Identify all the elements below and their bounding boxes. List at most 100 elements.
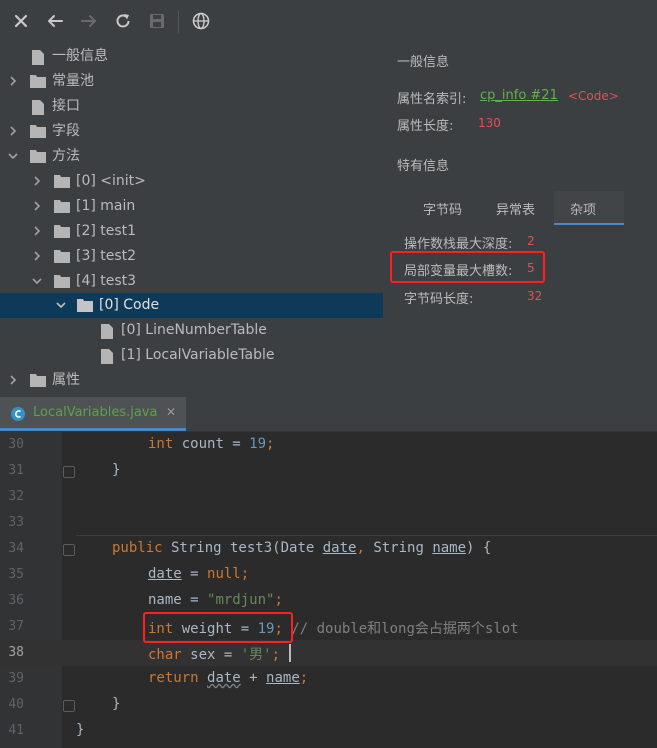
code-text: } (76, 722, 85, 738)
chevron-right-icon[interactable] (32, 226, 42, 236)
tree-item-line-number-table[interactable]: [0] LineNumberTable (0, 318, 383, 343)
code-line: 37 int weight = 19; // double和long会占据两个s… (0, 614, 657, 640)
code-line-current: 38 char sex = '男'; (0, 640, 657, 666)
tree-item-method-test1[interactable]: [2] test1 (0, 219, 383, 244)
code-editor[interactable]: 30 int count = 19; 31 } 32 33 34 public … (0, 432, 657, 748)
attr-name-value: <Code> (568, 89, 619, 103)
chevron-right-icon[interactable] (32, 201, 42, 211)
tree-item-code[interactable]: [0] Code (0, 293, 383, 318)
tree-item-label: 常量池 (52, 73, 94, 89)
folder-icon (54, 225, 70, 238)
tree-item-label: 方法 (52, 148, 80, 164)
max-stack-label: 操作数栈最大深度: (404, 237, 513, 252)
code-text: char sex = '男'; (148, 647, 281, 663)
refresh-icon[interactable] (112, 10, 134, 32)
line-number: 34 (8, 541, 24, 556)
tree-item-label: [2] test1 (76, 223, 137, 239)
code-line: 41 } (0, 718, 657, 744)
tab-exception-table[interactable]: 异常表 (496, 199, 535, 218)
globe-icon[interactable] (190, 10, 212, 32)
tree-item-label: 字段 (52, 123, 80, 139)
line-number: 41 (8, 723, 24, 738)
fold-marker-icon[interactable] (63, 700, 75, 712)
max-stack-value: 2 (527, 234, 535, 248)
chevron-right-icon[interactable] (8, 126, 18, 136)
chevron-right-icon[interactable] (32, 251, 42, 261)
line-number: 33 (8, 515, 24, 530)
toolbar-separator (178, 11, 179, 33)
highlight-box-max-locals (390, 251, 545, 283)
code-line: 33 (0, 510, 657, 536)
fold-marker-icon[interactable] (63, 466, 75, 478)
tree-item-local-variable-table[interactable]: [1] LocalVariableTable (0, 343, 383, 368)
code-text: return date + name; (148, 670, 309, 686)
cp-info-link[interactable]: cp_info #21 (480, 88, 558, 103)
java-class-icon (11, 407, 25, 421)
fold-marker-icon[interactable] (63, 544, 75, 556)
file-icon (32, 100, 44, 115)
chevron-down-icon[interactable] (56, 300, 66, 310)
folder-icon (30, 374, 46, 387)
code-text: date = null; (148, 566, 250, 582)
tree-item-label: 属性 (52, 372, 80, 388)
tree-item-method-init[interactable]: [0] <init> (0, 169, 383, 194)
code-length-value: 32 (527, 289, 543, 303)
tree-item-attributes[interactable]: 属性 (0, 368, 383, 393)
general-info-title: 一般信息 (397, 55, 450, 70)
tree-item-fields[interactable]: 字段 (0, 119, 383, 144)
specific-info-title: 特有信息 (397, 159, 450, 174)
tree-item-label: [3] test2 (76, 248, 137, 264)
folder-icon (77, 299, 93, 312)
file-icon (101, 324, 113, 339)
tree-item-constant-pool[interactable]: 常量池 (0, 69, 383, 94)
attr-name-index-label: 属性名索引: (397, 92, 467, 107)
code-line: 30 int count = 19; (0, 432, 657, 458)
tree-item-label: [1] LocalVariableTable (121, 347, 275, 363)
editor-tab-filename: LocalVariables.java (33, 405, 158, 420)
chevron-right-icon[interactable] (8, 76, 18, 86)
file-icon (32, 50, 44, 65)
tree-item-general-info[interactable]: 一般信息 (0, 44, 383, 69)
code-length-label: 字节码长度: (404, 292, 474, 307)
toolbar (0, 0, 657, 44)
tree-item-method-main[interactable]: [1] main (0, 194, 383, 219)
line-number: 39 (8, 671, 24, 686)
editor-tab-bar: LocalVariables.java ✕ (0, 397, 657, 432)
line-number: 37 (8, 619, 24, 634)
save-icon[interactable] (146, 10, 168, 32)
editor-tab-localvariables[interactable]: LocalVariables.java ✕ (0, 397, 186, 431)
tree-item-method-test3[interactable]: [4] test3 (0, 269, 383, 294)
folder-icon (54, 275, 70, 288)
code-text: } (112, 696, 121, 712)
close-tab-icon[interactable]: ✕ (166, 405, 176, 419)
forward-arrow-icon[interactable] (78, 10, 100, 32)
chevron-down-icon[interactable] (8, 151, 18, 161)
folder-icon (30, 150, 46, 163)
tree-item-label: [0] <init> (76, 173, 146, 189)
active-tab-indicator (0, 428, 186, 431)
back-arrow-icon[interactable] (44, 10, 66, 32)
close-icon[interactable] (10, 10, 32, 32)
code-line: 36 name = "mrdjun"; (0, 588, 657, 614)
tab-bytecode[interactable]: 字节码 (423, 199, 462, 218)
line-number: 32 (8, 489, 24, 504)
chevron-right-icon[interactable] (8, 375, 18, 385)
folder-icon (54, 250, 70, 263)
tree-item-interfaces[interactable]: 接口 (0, 94, 383, 119)
code-text: int count = 19; (148, 436, 275, 452)
line-number: 40 (8, 697, 24, 712)
tab-misc[interactable]: 杂项 (570, 199, 596, 218)
tree-item-label: [4] test3 (76, 273, 137, 289)
code-line: 31 } (0, 458, 657, 484)
folder-icon (30, 75, 46, 88)
folder-icon (54, 175, 70, 188)
tree-item-label: [0] LineNumberTable (121, 322, 267, 338)
tree-item-methods[interactable]: 方法 (0, 144, 383, 169)
chevron-right-icon[interactable] (32, 176, 42, 186)
chevron-down-icon[interactable] (32, 276, 42, 286)
code-text: } (112, 462, 121, 478)
code-line: 32 (0, 484, 657, 510)
tab-misc-underline (554, 223, 624, 225)
folder-icon (54, 200, 70, 213)
tree-item-method-test2[interactable]: [3] test2 (0, 244, 383, 269)
